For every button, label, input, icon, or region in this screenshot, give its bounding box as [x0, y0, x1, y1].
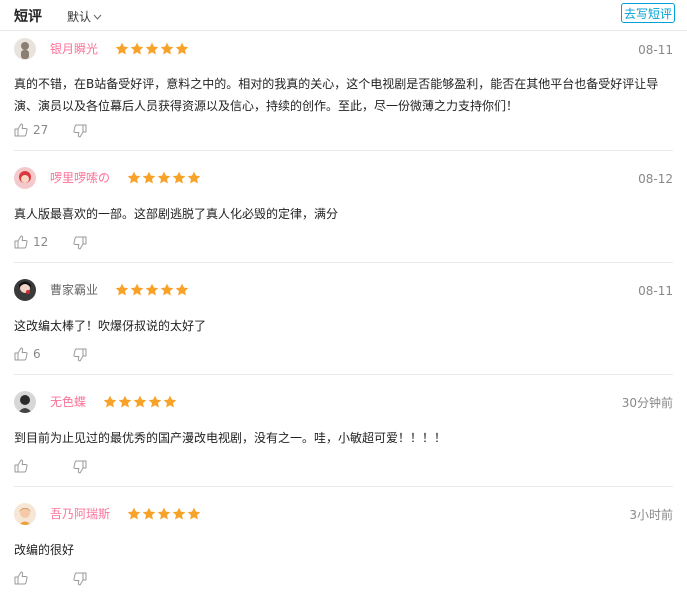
avatar-image: [14, 167, 36, 189]
avatar-image: [14, 279, 36, 301]
rating-stars: [115, 283, 189, 297]
avatar-image: [14, 503, 36, 525]
username[interactable]: 曹家霸业: [50, 282, 98, 298]
like-button[interactable]: 6: [14, 347, 41, 361]
star-icon: [187, 171, 201, 184]
dislike-button[interactable]: [73, 123, 87, 142]
review-content: 这改编太棒了！吹爆伢叔说的太好了: [14, 319, 207, 333]
star-icon: [115, 42, 129, 55]
star-icon: [175, 283, 189, 296]
divider: [14, 150, 673, 151]
thumb-up-icon: [14, 459, 28, 473]
review-content: 真的不错，在B站备受好评，意料之中的。相对的我真的关心，这个电视剧是否能够盈利，…: [14, 77, 659, 113]
username[interactable]: 银月瞬光: [50, 41, 98, 57]
like-count: 12: [33, 235, 49, 249]
review-actions: [14, 571, 87, 586]
dislike-button[interactable]: [73, 459, 87, 478]
like-button[interactable]: [14, 571, 33, 585]
divider: [14, 262, 673, 263]
star-icon: [142, 507, 156, 520]
divider: [14, 374, 673, 375]
like-button[interactable]: 27: [14, 123, 48, 137]
header: 短评 默认 去写短评: [0, 0, 687, 31]
rating-stars: [115, 42, 189, 56]
thumb-up-icon: [14, 235, 28, 249]
star-icon: [160, 283, 174, 296]
sort-label: 默认: [67, 10, 92, 24]
thumb-down-icon: [73, 460, 87, 474]
review-date: 30分钟前: [621, 396, 673, 410]
star-icon: [187, 507, 201, 520]
star-icon: [175, 42, 189, 55]
review-date: 08-11: [638, 284, 673, 298]
review-actions: 12: [14, 235, 87, 250]
star-icon: [163, 395, 177, 408]
rating-stars: [103, 395, 177, 409]
avatar[interactable]: [14, 391, 36, 413]
rating-stars: [127, 171, 201, 185]
section-title: 短评: [14, 9, 42, 25]
star-icon: [145, 283, 159, 296]
review-content: 改编的很好: [14, 543, 75, 557]
star-icon: [172, 507, 186, 520]
avatar[interactable]: [14, 167, 36, 189]
review-actions: 27: [14, 123, 87, 138]
star-icon: [148, 395, 162, 408]
rating-stars: [127, 507, 201, 521]
thumb-up-icon: [14, 571, 28, 585]
like-count: 27: [33, 123, 49, 137]
review-actions: 6: [14, 347, 87, 362]
thumb-down-icon: [73, 348, 87, 362]
avatar[interactable]: [14, 38, 36, 60]
review-date: 08-11: [638, 43, 673, 57]
review-date: 08-12: [638, 172, 673, 186]
star-icon: [130, 283, 144, 296]
like-button[interactable]: [14, 459, 33, 473]
dislike-button[interactable]: [73, 347, 87, 366]
username[interactable]: 吾乃阿瑞斯: [50, 506, 110, 522]
username[interactable]: 啰里啰嗦の: [50, 170, 110, 186]
divider: [14, 486, 673, 487]
star-icon: [157, 507, 171, 520]
avatar[interactable]: [14, 279, 36, 301]
star-icon: [127, 507, 141, 520]
star-icon: [127, 171, 141, 184]
avatar[interactable]: [14, 503, 36, 525]
write-review-button[interactable]: 去写短评: [621, 3, 676, 23]
review-content: 真人版最喜欢的一部。这部剧逃脱了真人化必毁的定律，满分: [14, 207, 339, 221]
star-icon: [172, 171, 186, 184]
thumb-down-icon: [73, 124, 87, 138]
sort-dropdown[interactable]: 默认: [67, 8, 102, 25]
thumb-up-icon: [14, 347, 28, 361]
star-icon: [103, 395, 117, 408]
star-icon: [133, 395, 147, 408]
star-icon: [157, 171, 171, 184]
dislike-button[interactable]: [73, 571, 87, 590]
thumb-up-icon: [14, 123, 28, 137]
thumb-down-icon: [73, 572, 87, 586]
star-icon: [160, 42, 174, 55]
review-actions: [14, 459, 87, 474]
dislike-button[interactable]: [73, 235, 87, 254]
review-date: 3小时前: [629, 508, 673, 522]
review-content: 到目前为止见过的最优秀的国产漫改电视剧，没有之一。哇，小敏超可爱！！！！: [14, 431, 447, 445]
star-icon: [130, 42, 144, 55]
like-button[interactable]: 12: [14, 235, 48, 249]
star-icon: [118, 395, 132, 408]
avatar-image: [14, 38, 36, 60]
star-icon: [145, 42, 159, 55]
star-icon: [142, 171, 156, 184]
star-icon: [115, 283, 129, 296]
chevron-down-icon: [93, 14, 102, 20]
avatar-image: [14, 391, 36, 413]
like-count: 6: [33, 347, 41, 361]
username[interactable]: 无色蝶: [50, 394, 86, 410]
thumb-down-icon: [73, 236, 87, 250]
